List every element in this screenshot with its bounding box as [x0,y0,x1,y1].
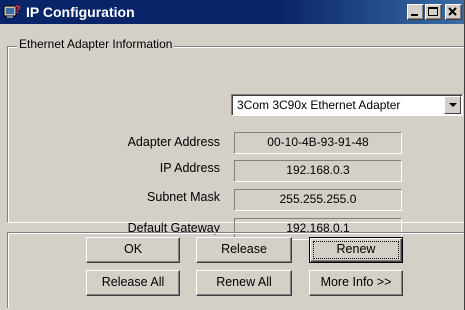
release-button[interactable]: Release [196,237,292,263]
adapter-address-value: 00-10-4B-93-91-48 [234,132,402,154]
ok-button[interactable]: OK [86,237,180,263]
release-button-label: Release [221,242,267,256]
window-title: IP Configuration [26,4,135,20]
more-info-button[interactable]: More Info >> [309,270,403,296]
adapter-select-value: 3Com 3C90x Ethernet Adapter [237,98,401,112]
release-all-button-label: Release All [101,275,165,289]
title-bar[interactable]: ? IP Configuration [0,0,464,24]
adapter-select[interactable]: 3Com 3C90x Ethernet Adapter [231,94,463,116]
minimize-icon[interactable] [407,4,424,20]
renew-all-button-label: Renew All [216,275,272,289]
ip-configuration-window: ? IP Configuration Ethernet Adapter Info… [0,0,465,310]
renew-all-button[interactable]: Renew All [196,270,292,296]
ip-address-label: IP Address [159,161,220,175]
adapter-address-label: Adapter Address [127,135,220,149]
ok-button-label: OK [123,242,143,256]
more-info-button-label: More Info >> [320,275,392,289]
subnet-mask-label: Subnet Mask [147,190,220,204]
release-all-button[interactable]: Release All [86,270,180,296]
svg-text:?: ? [14,4,21,16]
maximize-icon[interactable] [425,4,442,20]
renew-button[interactable]: Renew [309,237,403,263]
close-icon[interactable] [445,4,462,20]
dropdown-arrow-icon[interactable] [444,96,461,114]
group-legend: Ethernet Adapter Information [17,37,175,51]
renew-button-label: Renew [336,242,376,256]
subnet-mask-value: 255.255.255.0 [234,189,402,211]
ip-config-icon: ? [3,4,21,18]
ip-address-value: 192.168.0.3 [234,160,402,182]
